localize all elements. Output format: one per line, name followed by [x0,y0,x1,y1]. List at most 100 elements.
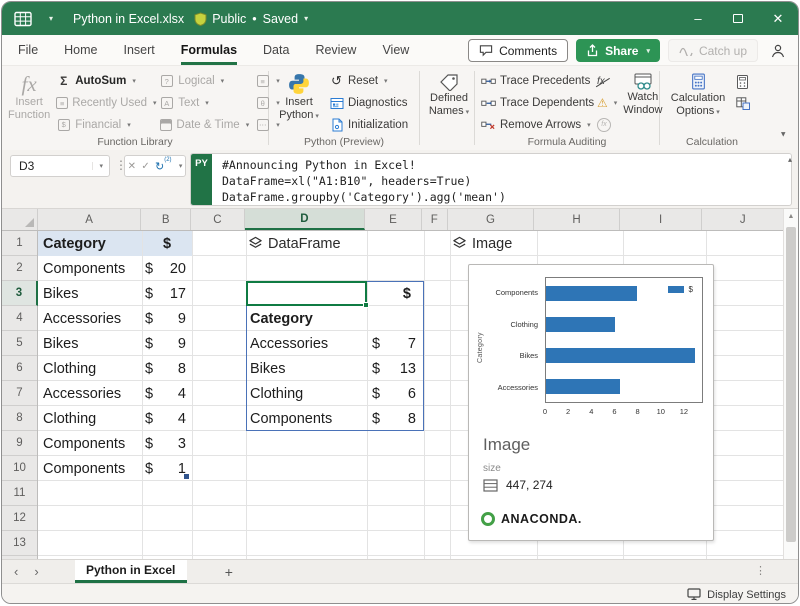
confirm-entry-icon[interactable]: ✓ [141,161,149,172]
tab-insert[interactable]: Insert [124,35,155,65]
tab-formulas[interactable]: Formulas [181,35,237,65]
logical-button[interactable]: ? Logical ▾ [159,71,249,92]
vertical-scrollbar[interactable]: ▲ [783,209,798,559]
autosave-caret-icon[interactable]: ▾ [49,14,53,23]
scroll-up-icon[interactable]: ▲ [784,209,798,220]
insert-function-button[interactable]: fx Insert Function [8,71,50,135]
cell-B1[interactable]: $ [142,231,192,256]
tab-data[interactable]: Data [263,35,289,65]
evaluate-formula-button[interactable]: fx [597,114,611,135]
dataframe-object-label[interactable]: DataFrame [248,231,341,256]
cell-B2[interactable]: $20 [142,256,192,281]
tab-review[interactable]: Review [315,35,356,65]
collapse-ribbon-icon[interactable]: ▴ [781,129,786,140]
tab-view[interactable]: View [382,35,409,65]
row-header-6[interactable]: 6 [2,356,37,381]
cell-A1[interactable]: Category [38,231,142,256]
name-box[interactable]: D3 ▾ [10,155,110,177]
diagnostics-button[interactable]: Diagnostics [329,93,408,114]
cell-A4[interactable]: Accessories [38,306,142,331]
column-header-g[interactable]: G [448,209,535,230]
row-header-4[interactable]: 4 [2,306,37,331]
cell-B7[interactable]: $4 [142,381,192,406]
column-header-c[interactable]: C [191,209,245,230]
row-header-5[interactable]: 5 [2,331,37,356]
cell-A2[interactable]: Components [38,256,142,281]
column-header-b[interactable]: B [141,209,191,230]
row-header-2[interactable]: 2 [2,256,37,281]
text-button[interactable]: A Text ▾ [159,93,249,114]
active-cell-D3[interactable] [246,281,367,306]
image-preview-card[interactable]: Category ComponentsClothingBikesAccessor… [468,264,714,541]
insert-python-button[interactable]: Insert Python▾ [275,71,323,135]
cell-B8[interactable]: $4 [142,406,192,431]
cell-A5[interactable]: Bikes [38,331,142,356]
collapse-formula-bar-icon[interactable]: ▴ [788,155,792,164]
trace-precedents-button[interactable]: Trace Precedents [481,71,591,92]
formula-bar[interactable]: PY #Announcing Python in Excel!DataFrame… [190,153,792,206]
row-header-13[interactable]: 13 [2,531,37,556]
financial-button[interactable]: $ Financial ▾ [56,114,153,135]
date-time-button[interactable]: Date & Time ▾ [159,114,249,135]
formula-code[interactable]: #Announcing Python in Excel!DataFrame=xl… [212,154,791,205]
remove-arrows-button[interactable]: Remove Arrows ▾ [481,114,591,135]
grid-body[interactable]: Category $ Components $20 Bikes $17 Acce… [38,231,783,559]
watch-window-button[interactable]: Watch Window [623,71,662,135]
cell-B4[interactable]: $9 [142,306,192,331]
prev-sheet-icon[interactable]: ‹ [14,564,18,579]
fill-handle[interactable] [363,302,369,308]
share-button[interactable]: Share ▾ [576,39,660,62]
defined-names-button[interactable]: Defined Names▾ [426,71,472,135]
column-header-e[interactable]: E [365,209,422,230]
row-header-7[interactable]: 7 [2,381,37,406]
column-header-f[interactable]: F [422,209,448,230]
cell-A10[interactable]: Components [38,456,142,481]
tab-file[interactable]: File [18,35,38,65]
tab-home[interactable]: Home [64,35,97,65]
row-header-1[interactable]: 1 [2,231,37,256]
column-header-a[interactable]: A [38,209,141,230]
name-box-caret-icon[interactable]: ▾ [92,162,109,170]
add-sheet-button[interactable]: + [187,560,233,583]
row-header-10[interactable]: 10 [2,456,37,481]
sheet-tab-active[interactable]: Python in Excel [75,560,187,583]
comments-button[interactable]: Comments [468,39,568,62]
reset-button[interactable]: ↺ Reset ▾ [329,71,408,92]
row-header-11[interactable]: 11 [2,481,37,506]
column-header-d[interactable]: D [245,209,365,230]
cell-B9[interactable]: $3 [142,431,192,456]
row-header-3[interactable]: 3 [2,281,38,306]
recently-used-button[interactable]: ≡ Recently Used ▾ [56,93,153,114]
cell-A6[interactable]: Clothing [38,356,142,381]
cell-B5[interactable]: $9 [142,331,192,356]
column-header-i[interactable]: I [620,209,703,230]
save-status-caret-icon[interactable]: ▾ [304,14,308,23]
image-object-label[interactable]: Image [452,231,512,256]
save-status[interactable]: Saved [263,12,298,26]
display-settings-button[interactable]: Display Settings [707,589,786,601]
row-header-9[interactable]: 9 [2,431,37,456]
python-refresh-icon[interactable]: ↻(2) [155,160,172,173]
minimize-button[interactable]: – [678,2,718,35]
cell-A3[interactable]: Bikes [38,281,142,306]
cell-A7[interactable]: Accessories [38,381,142,406]
cell-A9[interactable]: Components [38,431,142,456]
show-formulas-button[interactable]: fx [597,71,605,92]
people-icon[interactable] [766,43,790,59]
calculate-sheet-icon[interactable] [736,97,750,110]
initialization-button[interactable]: Initialization [329,114,408,135]
cell-A8[interactable]: Clothing [38,406,142,431]
catch-up-button[interactable]: Catch up [668,39,758,62]
excel-app-icon[interactable] [14,11,32,27]
calculation-options-button[interactable]: Calculation Options▾ [666,71,730,135]
close-button[interactable]: ✕ [758,2,798,35]
column-header-h[interactable]: H [534,209,620,230]
vertical-scroll-thumb[interactable] [786,227,796,542]
scrollbar-handle-dots-icon[interactable]: ⋮ [755,564,766,577]
error-checking-button[interactable]: ⚠▾ [597,93,617,114]
row-header-8[interactable]: 8 [2,406,37,431]
cell-B3[interactable]: $17 [142,281,192,306]
calculate-now-icon[interactable] [736,75,749,89]
cancel-entry-icon[interactable]: ✕ [128,161,136,172]
next-sheet-icon[interactable]: › [34,564,38,579]
